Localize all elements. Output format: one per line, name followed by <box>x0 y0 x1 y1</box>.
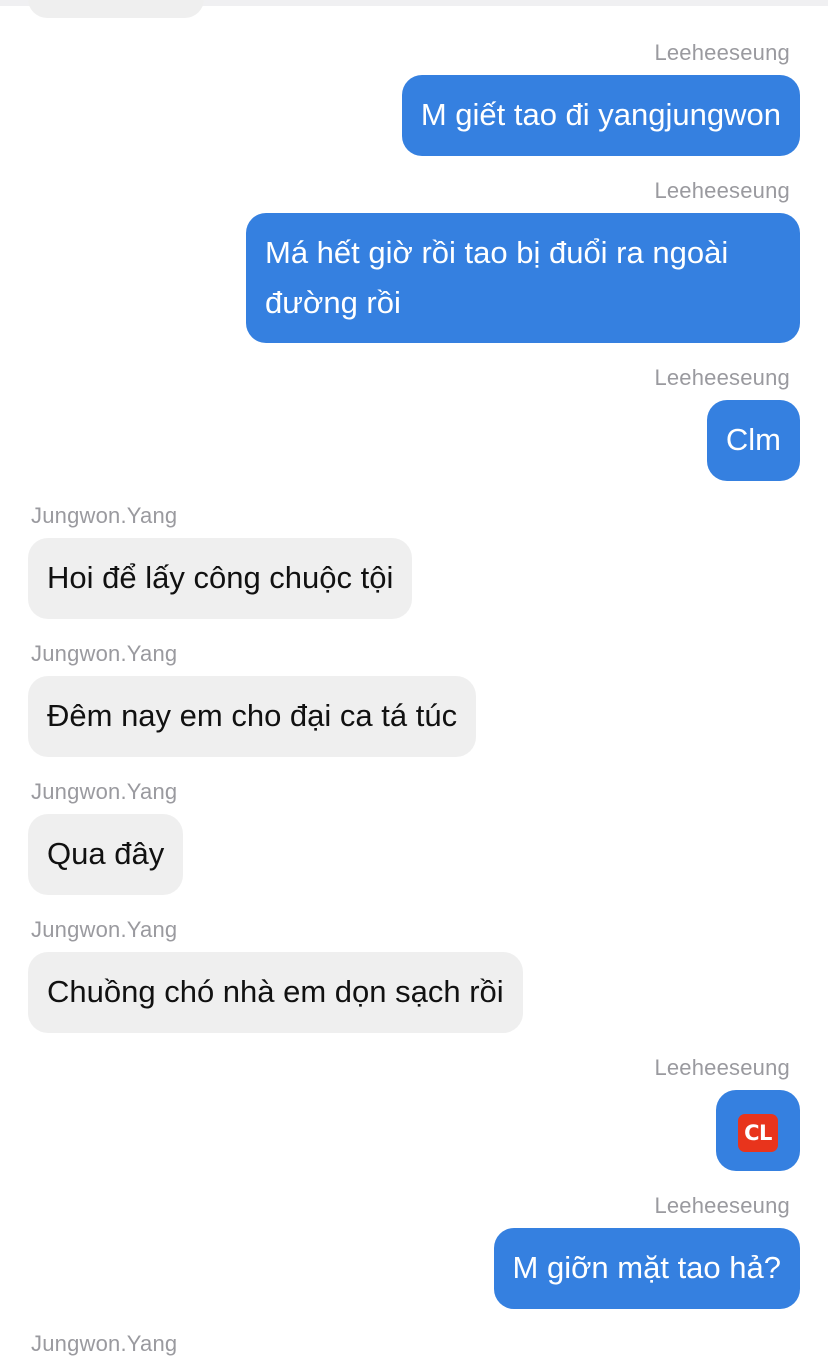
message-bubble-incoming[interactable]: Hoi để lấy công chuộc tội <box>28 538 413 619</box>
sender-name: Jungwon.Yang <box>31 503 178 528</box>
message-text: Đêm nay em cho đại ca tá túc <box>47 698 458 733</box>
message-bubble-outgoing[interactable]: M giết tao đi yangjungwon <box>401 75 800 156</box>
sender-name: Jungwon.Yang <box>31 779 178 804</box>
message-text: Chuồng chó nhà em dọn sạch rồi <box>47 974 504 1009</box>
sender-name: Leeheeseung <box>654 1055 790 1080</box>
message-bubble-outgoing[interactable]: Clm <box>706 400 800 481</box>
message-bubble-incoming[interactable]: Qua đây <box>28 814 184 895</box>
sender-name: Leeheeseung <box>654 365 790 390</box>
message-text: M giết tao đi yangjungwon <box>420 97 781 132</box>
message-bubble-incoming[interactable]: Chuồng chó nhà em dọn sạch rồi <box>28 952 523 1033</box>
message-text: Qua đây <box>47 836 165 871</box>
message-text: Má hết giờ rồi tao bị đuổi ra ngoài đườn… <box>265 235 729 320</box>
sender-name: Jungwon.Yang <box>31 641 178 666</box>
sender-name: Leeheeseung <box>654 178 790 203</box>
message-bubble-outgoing[interactable]: CL <box>716 1090 800 1171</box>
message-bubble-outgoing[interactable]: M giỡn mặt tao hả? <box>493 1228 800 1309</box>
message-text: M giỡn mặt tao hả? <box>512 1250 781 1285</box>
sender-name: Leeheeseung <box>654 1193 790 1218</box>
message-text: Hoi để lấy công chuộc tội <box>47 560 394 595</box>
sender-name: Leeheeseung <box>654 40 790 65</box>
message-text: Clm <box>725 422 781 457</box>
message-bubble-incoming[interactable]: Đêm nay em cho đại ca tá túc <box>28 676 477 757</box>
message-bubble-outgoing[interactable]: Má hết giờ rồi tao bị đuổi ra ngoài đườn… <box>246 213 800 343</box>
sender-name: Jungwon.Yang <box>31 917 178 942</box>
sender-name: Jungwon.Yang <box>31 1331 178 1356</box>
cl-button-icon: CL <box>738 1114 778 1152</box>
partial-message-bubble[interactable] <box>28 0 204 18</box>
